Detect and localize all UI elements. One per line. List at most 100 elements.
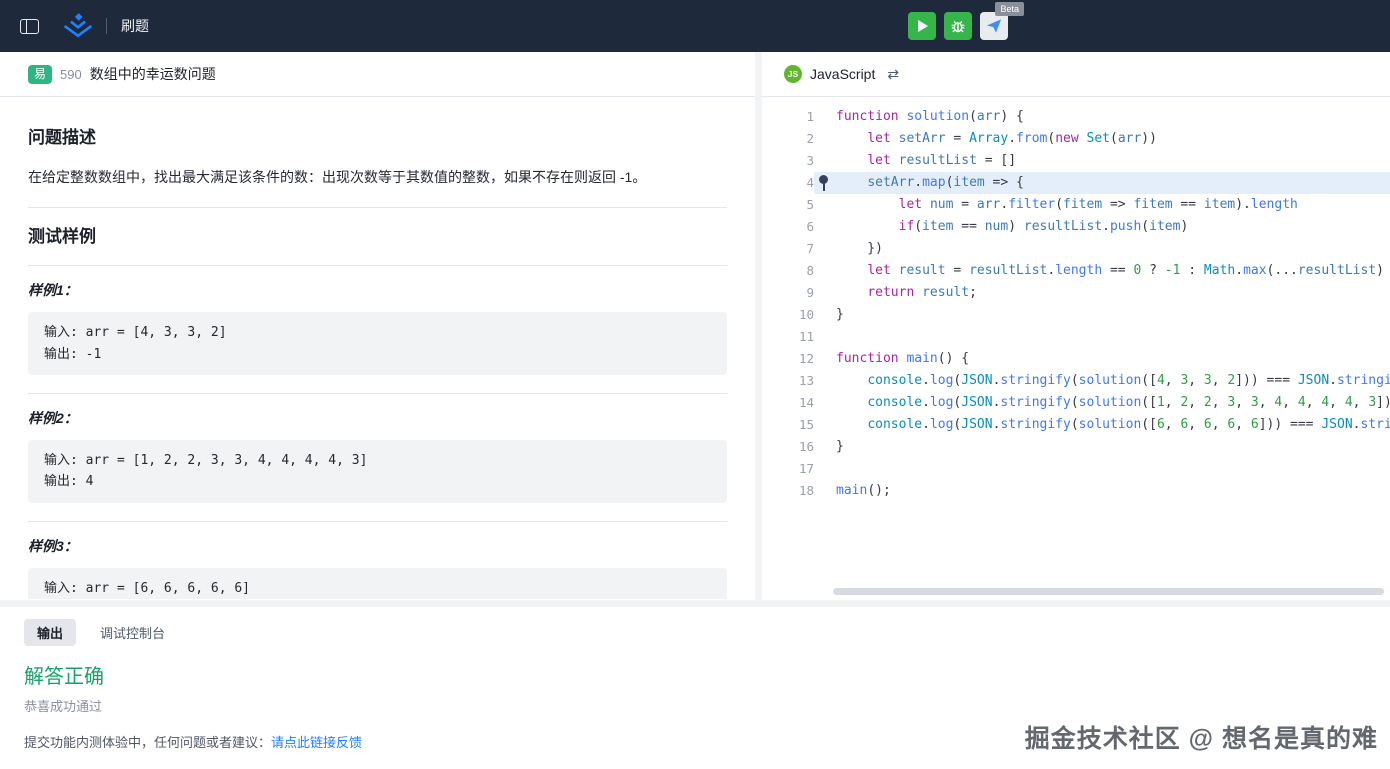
line-number: 17 [762, 458, 814, 480]
code-line[interactable]: 18main(); [762, 480, 1390, 502]
code-editor[interactable]: 1function solution(arr) {2 let setArr = … [762, 98, 1390, 600]
line-code [814, 326, 1390, 348]
problem-title: 数组中的幸运数问题 [90, 64, 216, 84]
line-number: 14 [762, 392, 814, 414]
beta-badge: Beta [995, 2, 1024, 16]
code-line[interactable]: 7 }) [762, 238, 1390, 260]
main-split: 易 590 数组中的幸运数问题 问题描述 在给定整数数组中，找出最大满足该条件的… [0, 52, 1390, 600]
line-code: let num = arr.filter(fitem => fitem == i… [814, 194, 1390, 216]
debug-button[interactable] [944, 12, 972, 40]
run-button[interactable] [908, 12, 936, 40]
horizontal-scrollbar[interactable] [833, 588, 1384, 595]
line-code: } [814, 304, 1390, 326]
console-tab-active[interactable]: 输出 [24, 619, 76, 646]
divider [28, 393, 727, 394]
line-number: 16 [762, 436, 814, 458]
sample-input-line: 输入: arr = [1, 2, 2, 3, 3, 4, 4, 4, 4, 3] [44, 450, 711, 471]
line-number: 11 [762, 326, 814, 348]
divider [28, 521, 727, 522]
language-switch-icon[interactable]: ⇄ [887, 66, 899, 83]
divider [28, 207, 727, 208]
line-code: console.log(JSON.stringify(solution([4, … [814, 370, 1390, 392]
sample-label: 样例2： [28, 408, 727, 428]
line-code: }) [814, 238, 1390, 260]
line-number: 6 [762, 216, 814, 238]
code-line[interactable]: 16} [762, 436, 1390, 458]
code-line[interactable]: 10} [762, 304, 1390, 326]
line-code: if(item == num) resultList.push(item) [814, 216, 1390, 238]
sample-code-block: 输入: arr = [4, 3, 3, 2]输出: -1 [28, 312, 727, 375]
sample-output-line: 输出: -1 [44, 344, 711, 365]
line-code: console.log(JSON.stringify(solution([6, … [814, 414, 1390, 436]
line-code: setArr.map(item => { [814, 172, 1390, 194]
code-line[interactable]: 15 console.log(JSON.stringify(solution([… [762, 414, 1390, 436]
line-number: 13 [762, 370, 814, 392]
topbar-divider [106, 18, 107, 34]
code-line[interactable]: 9 return result; [762, 282, 1390, 304]
code-line[interactable]: 2 let setArr = Array.from(new Set(arr)) [762, 128, 1390, 150]
line-number: 5 [762, 194, 814, 216]
samples-heading: 测试样例 [28, 222, 727, 247]
editor-header: JS JavaScript ⇄ [762, 52, 1390, 97]
juejin-logo[interactable] [62, 13, 94, 39]
console-panel: 输出 调试控制台 解答正确 恭喜成功通过 提交功能内测体验中，任何问题或者建议：请… [0, 607, 1390, 769]
code-lines: 1function solution(arr) {2 let setArr = … [762, 106, 1390, 502]
editor-panel: JS JavaScript ⇄ 1function solution(arr) … [762, 52, 1390, 600]
code-line[interactable]: 11 [762, 326, 1390, 348]
debug-position-icon [818, 174, 830, 192]
problem-body: 问题描述 在给定整数数组中，找出最大满足该条件的数：出现次数等于其数值的整数，如… [0, 97, 755, 599]
result-subtitle: 恭喜成功通过 [24, 696, 1366, 715]
code-line[interactable]: 6 if(item == num) resultList.push(item) [762, 216, 1390, 238]
code-line[interactable]: 4 setArr.map(item => { [762, 172, 1390, 194]
sample-code-block: 输入: arr = [6, 6, 6, 6, 6]输出: -1 [28, 568, 727, 599]
line-code: let result = resultList.length == 0 ? -1… [814, 260, 1390, 282]
description-heading: 问题描述 [28, 123, 727, 148]
line-number: 1 [762, 106, 814, 128]
sample-code-block: 输入: arr = [1, 2, 2, 3, 3, 4, 4, 4, 4, 3]… [28, 440, 727, 503]
divider [28, 265, 727, 266]
line-number: 12 [762, 348, 814, 370]
sample-output-line: 输出: 4 [44, 471, 711, 492]
bug-icon [950, 18, 966, 34]
code-line[interactable]: 8 let result = resultList.length == 0 ? … [762, 260, 1390, 282]
line-number: 18 [762, 480, 814, 502]
problem-description: 在给定整数数组中，找出最大满足该条件的数：出现次数等于其数值的整数，如果不存在则… [28, 166, 727, 189]
code-line[interactable]: 13 console.log(JSON.stringify(solution([… [762, 370, 1390, 392]
line-code: function solution(arr) { [814, 106, 1390, 128]
topbar: 刷题 Beta [0, 0, 1390, 52]
problem-panel: 易 590 数组中的幸运数问题 问题描述 在给定整数数组中，找出最大满足该条件的… [0, 52, 755, 600]
console-tab[interactable]: 调试控制台 [100, 623, 165, 642]
result-title: 解答正确 [24, 660, 1366, 689]
line-code: let resultList = [] [814, 150, 1390, 172]
line-number: 3 [762, 150, 814, 172]
topbar-actions: Beta [908, 12, 1008, 40]
sample-input-line: 输入: arr = [4, 3, 3, 2] [44, 322, 711, 343]
line-code: console.log(JSON.stringify(solution([1, … [814, 392, 1390, 414]
console-tabs: 输出 调试控制台 [24, 619, 1366, 646]
code-line[interactable]: 17 [762, 458, 1390, 480]
code-line[interactable]: 3 let resultList = [] [762, 150, 1390, 172]
code-line[interactable]: 12function main() { [762, 348, 1390, 370]
line-number: 8 [762, 260, 814, 282]
line-number: 9 [762, 282, 814, 304]
app-label: 刷题 [121, 16, 149, 36]
feedback-link[interactable]: 请点此链接反馈 [271, 735, 362, 750]
line-number: 2 [762, 128, 814, 150]
juejin-logo-icon [62, 13, 94, 39]
line-code: return result; [814, 282, 1390, 304]
sample-input-line: 输入: arr = [6, 6, 6, 6, 6] [44, 578, 711, 599]
line-code [814, 458, 1390, 480]
line-number: 4 [762, 172, 814, 194]
play-icon [918, 20, 928, 32]
code-line[interactable]: 5 let num = arr.filter(fitem => fitem ==… [762, 194, 1390, 216]
difficulty-badge: 易 [28, 65, 52, 84]
code-line[interactable]: 1function solution(arr) { [762, 106, 1390, 128]
feedback-text: 提交功能内测体验中，任何问题或者建议： [24, 735, 271, 750]
samples: 样例1：输入: arr = [4, 3, 3, 2]输出: -1样例2：输入: … [28, 265, 727, 599]
code-line[interactable]: 14 console.log(JSON.stringify(solution([… [762, 392, 1390, 414]
submit-button[interactable]: Beta [980, 12, 1008, 40]
sidebar-toggle-button[interactable] [16, 13, 42, 39]
line-code: let setArr = Array.from(new Set(arr)) [814, 128, 1390, 150]
problem-id: 590 [60, 67, 82, 82]
sidebar-toggle-icon [20, 19, 39, 34]
